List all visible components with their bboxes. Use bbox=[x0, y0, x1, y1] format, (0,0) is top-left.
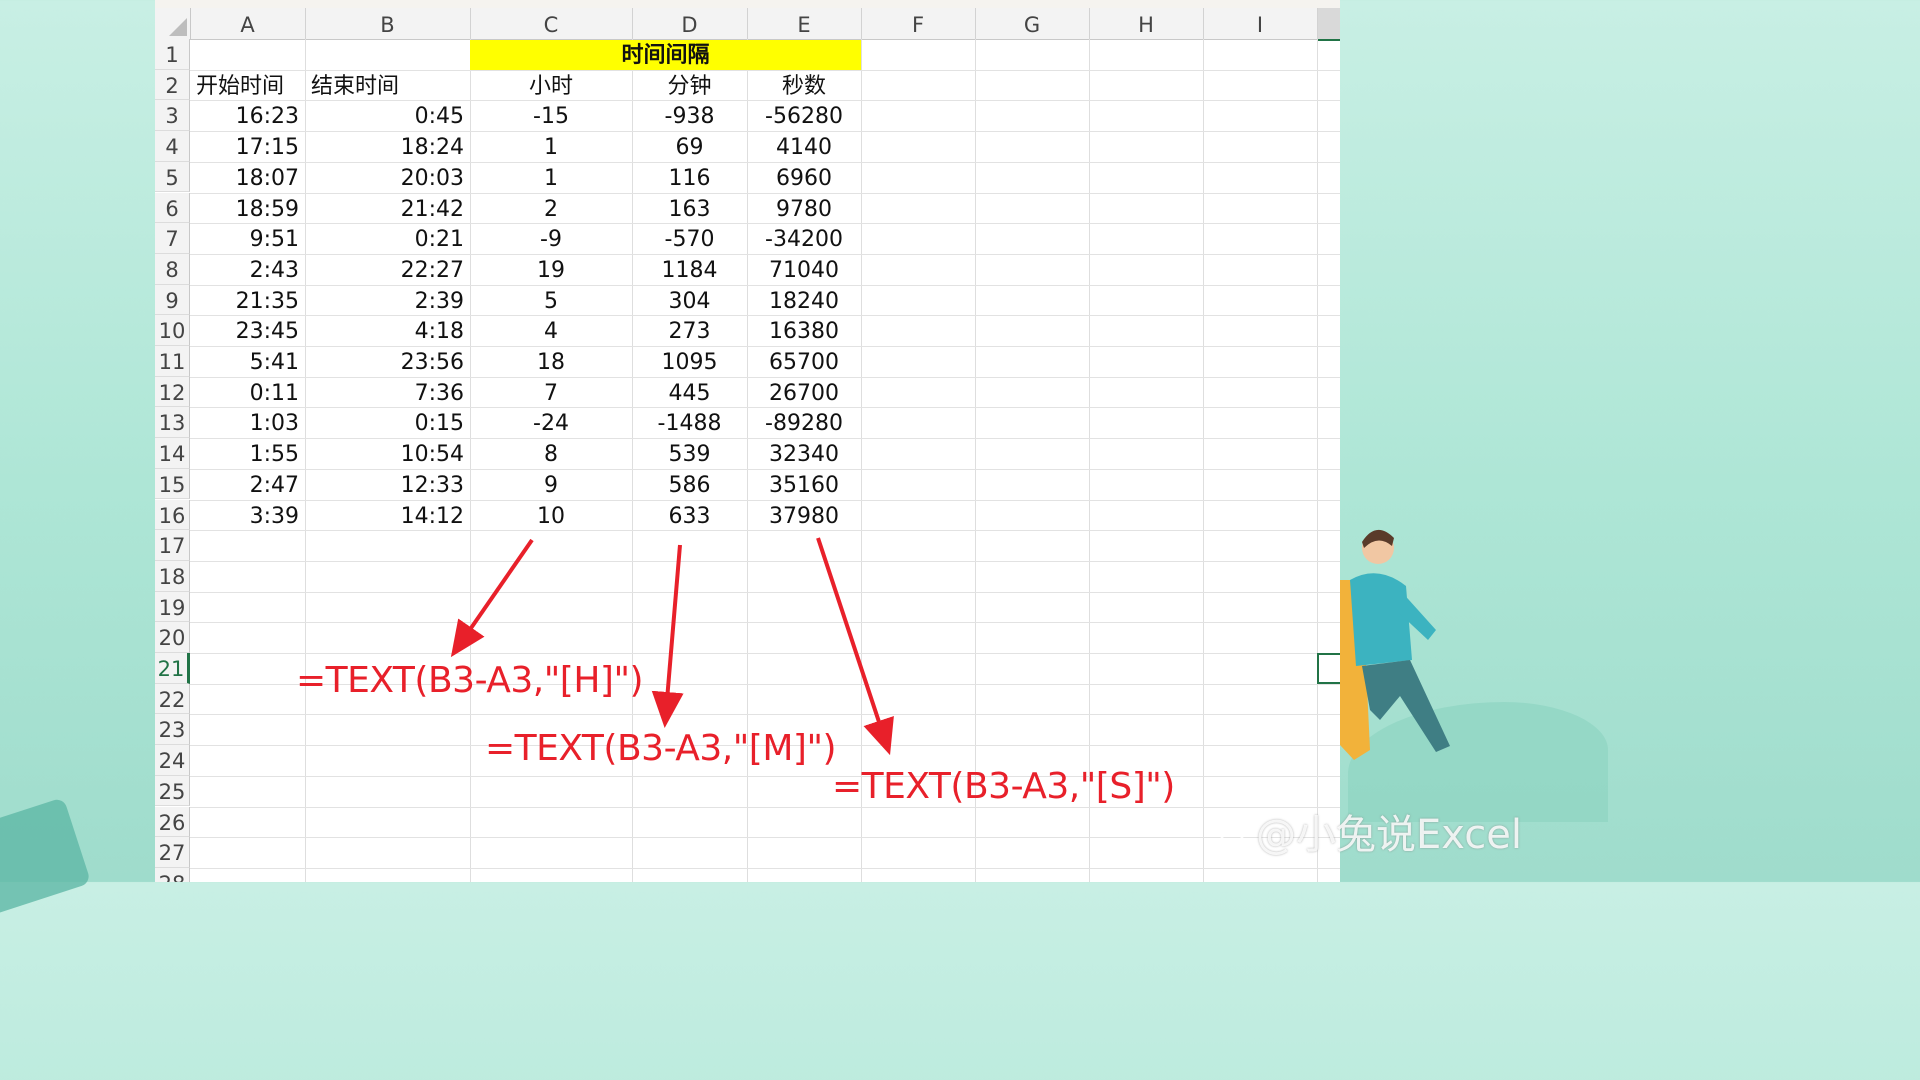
formula-minutes: =TEXT(B3-A3,"[M]") bbox=[485, 728, 837, 769]
formula-hours: =TEXT(B3-A3,"[H]") bbox=[296, 660, 644, 701]
arrow-to-hours-formula bbox=[450, 538, 534, 658]
watermark-text: @小兔说Excel bbox=[1256, 812, 1522, 858]
cartoon-character-illustration bbox=[1340, 529, 1450, 760]
arrow-to-seconds-formula bbox=[816, 537, 894, 756]
formula-seconds: =TEXT(B3-A3,"[S]") bbox=[832, 766, 1175, 807]
baidu-paw-icon bbox=[1215, 819, 1250, 854]
watermark: @小兔说Excel bbox=[1212, 802, 1522, 858]
arrow-to-minutes-formula bbox=[651, 544, 684, 728]
